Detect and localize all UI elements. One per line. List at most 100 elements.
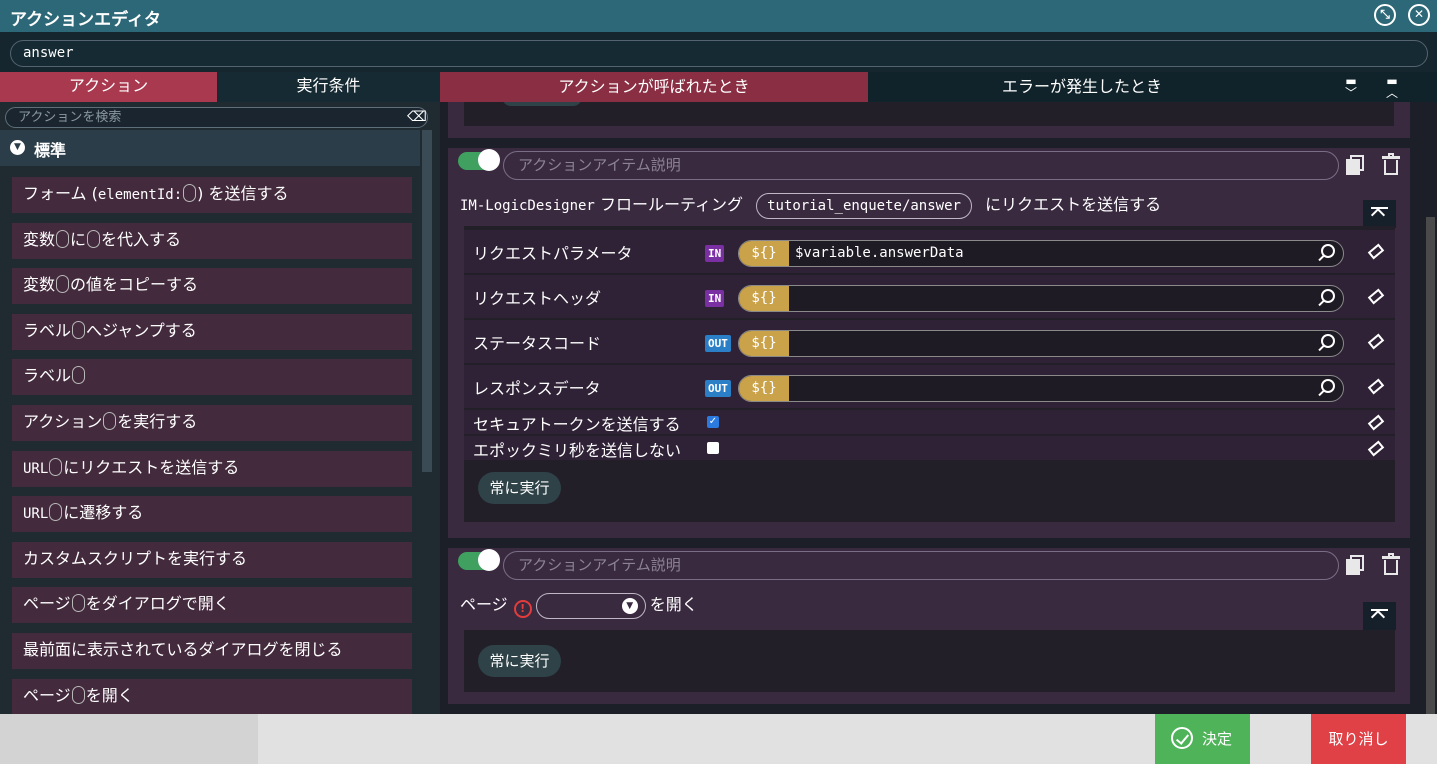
option-label: セキュアトークンを送信する [473, 415, 681, 434]
category-label: 標準 [34, 141, 67, 160]
tab-condition[interactable]: 実行条件 [217, 72, 440, 102]
page-select[interactable]: ▼ [535, 592, 646, 619]
trash-icon[interactable] [1382, 153, 1400, 175]
action-palette-item-text: に [70, 229, 87, 249]
item-description-input[interactable]: アクションアイテム説明 [503, 151, 1339, 180]
tab-action[interactable]: アクション [0, 72, 217, 102]
action-palette-item-text: ) を送信する [197, 184, 289, 203]
header: answer [0, 32, 1437, 72]
scrollbar-thumb[interactable] [1426, 217, 1435, 714]
category-header[interactable]: ▼ 標準 [0, 130, 420, 166]
placeholder-slot [72, 366, 86, 385]
action-palette-item-text: URL [23, 506, 49, 523]
action-palette-item-text: にリクエストを送信する [63, 457, 240, 477]
action-palette-item-text: に遷移する [63, 503, 144, 523]
enable-toggle[interactable] [458, 149, 500, 171]
action-palette-item[interactable]: アクション を実行する [12, 405, 412, 441]
action-palette-item[interactable]: 変数 の値をコピーする [12, 268, 412, 305]
placeholder-slot [87, 229, 101, 248]
item-description-input[interactable]: アクションアイテム説明 [503, 551, 1339, 580]
parameter-value-input[interactable]: ${} [738, 375, 1344, 402]
warning-icon: ! [513, 600, 532, 618]
eraser-icon[interactable] [1367, 378, 1385, 395]
option-row: セキュアトークンを送信する ✓ [464, 410, 1395, 434]
search-icon[interactable] [1321, 379, 1335, 393]
eraser-icon[interactable] [1367, 243, 1385, 260]
cancel-button[interactable]: 取り消し [1311, 714, 1406, 764]
expression-toggle[interactable]: ${} [739, 286, 789, 311]
action-palette-item[interactable]: ページ をダイアログで開く [12, 587, 412, 624]
action-palette-item[interactable]: URL にリクエストを送信する [12, 450, 412, 487]
parameter-row: レスポンスデータ OUT ${} [464, 365, 1395, 408]
placeholder-slot [49, 457, 63, 476]
event-tabs: アクションが呼ばれたとき エラーが発生したとき ▬ ﹀ ▬ ︿ [440, 72, 1437, 102]
ok-button[interactable]: 決定 [1155, 714, 1250, 764]
action-name-input[interactable]: answer [10, 40, 1428, 67]
copy-icon[interactable] [1346, 555, 1364, 575]
collapse-button[interactable] [1363, 602, 1396, 630]
search-icon[interactable] [1321, 289, 1335, 303]
toggle-knob [478, 149, 500, 171]
copy-icon[interactable] [1346, 155, 1364, 175]
action-palette-item[interactable]: 変数にを代入する [12, 222, 412, 259]
action-palette-item[interactable]: フォーム (elementId:) を送信する [12, 177, 412, 213]
search-icon[interactable] [1321, 334, 1335, 348]
eraser-icon[interactable] [1367, 333, 1385, 350]
action-palette-item-text: ラベル [23, 320, 72, 340]
eraser-icon[interactable] [1367, 440, 1385, 457]
flow-route-chip[interactable]: tutorial_enquete/answer [756, 193, 972, 219]
action-palette-item[interactable]: ページ を開く [12, 678, 412, 715]
action-palette-item-text: ページ [23, 685, 71, 705]
items-scrollbar[interactable] [1424, 102, 1437, 714]
always-run-button[interactable] [502, 102, 582, 106]
search-icon[interactable] [1321, 244, 1335, 258]
expression-toggle[interactable]: ${} [739, 241, 789, 266]
action-palette-item-text: URL [23, 460, 49, 477]
action-item-body [464, 102, 1394, 126]
tab-action-called[interactable]: アクションが呼ばれたとき [440, 72, 868, 102]
action-search-placeholder: アクションを検索 [18, 110, 122, 125]
parameter-value-input[interactable]: ${} $variable.answerData [738, 240, 1344, 267]
palette-scrollbar[interactable] [422, 130, 432, 472]
parameter-row: ステータスコード OUT ${} [464, 320, 1395, 363]
eraser-icon[interactable]: ⌫ [407, 108, 427, 127]
option-label: エポックミリ秒を送信しない [473, 441, 682, 460]
trash-icon[interactable] [1382, 553, 1400, 575]
action-palette-item[interactable]: ラベル [12, 359, 412, 396]
action-palette-item-text: へジャンプする [86, 320, 197, 340]
toggle-knob [478, 549, 500, 571]
action-palette-item[interactable]: 最前面に表示されているダイアログを閉じる [12, 633, 412, 669]
option-checkbox[interactable] [707, 442, 719, 454]
placeholder-slot [103, 412, 117, 430]
chevron-down-icon: ▼ [10, 140, 25, 155]
always-run-button[interactable]: 常に実行 [478, 472, 561, 504]
parameter-value-input[interactable]: ${} [738, 285, 1344, 312]
action-palette-item[interactable]: カスタムスクリプトを実行する [12, 541, 412, 578]
collapse-all-icon[interactable]: ▬ ︿ [1381, 75, 1403, 99]
tab-error-occurred[interactable]: エラーが発生したとき [868, 72, 1296, 102]
action-palette-item[interactable]: URL に遷移する [12, 496, 412, 533]
action-palette-item-text: 変数 [23, 229, 56, 249]
action-palette: アクション 実行条件 アクションを検索 ⌫ ▼ 標準 フォーム (element… [0, 72, 440, 715]
close-icon[interactable]: ✕ [1408, 4, 1430, 26]
expand-all-icon[interactable]: ▬ ﹀ [1340, 75, 1362, 99]
statement-prefix: IM-LogicDesigner [460, 198, 595, 214]
expression-toggle[interactable]: ${} [739, 376, 789, 401]
eraser-icon[interactable] [1367, 288, 1385, 305]
option-checkbox[interactable]: ✓ [707, 416, 719, 428]
parameter-row: リクエストパラメータ IN ${} $variable.answerData [464, 230, 1395, 273]
minimize-icon[interactable]: ⤡ [1374, 4, 1396, 26]
collapse-button[interactable] [1363, 200, 1396, 228]
enable-toggle[interactable] [458, 549, 500, 571]
action-palette-item[interactable]: ラベル へジャンプする [12, 313, 412, 350]
action-search-input[interactable]: アクションを検索 ⌫ [5, 107, 428, 128]
action-item-card [448, 102, 1410, 138]
expression-toggle[interactable]: ${} [739, 331, 789, 356]
action-item-card: アクションアイテム説明 ページ! ▼ を開く 常に実行 [448, 548, 1410, 704]
direction-badge: OUT [705, 380, 731, 397]
eraser-icon[interactable] [1367, 414, 1385, 431]
page-label: ページ [460, 595, 508, 614]
action-palette-item-text: ラベル [23, 366, 72, 386]
parameter-value-input[interactable]: ${} [738, 330, 1344, 357]
always-run-button[interactable]: 常に実行 [478, 645, 561, 677]
